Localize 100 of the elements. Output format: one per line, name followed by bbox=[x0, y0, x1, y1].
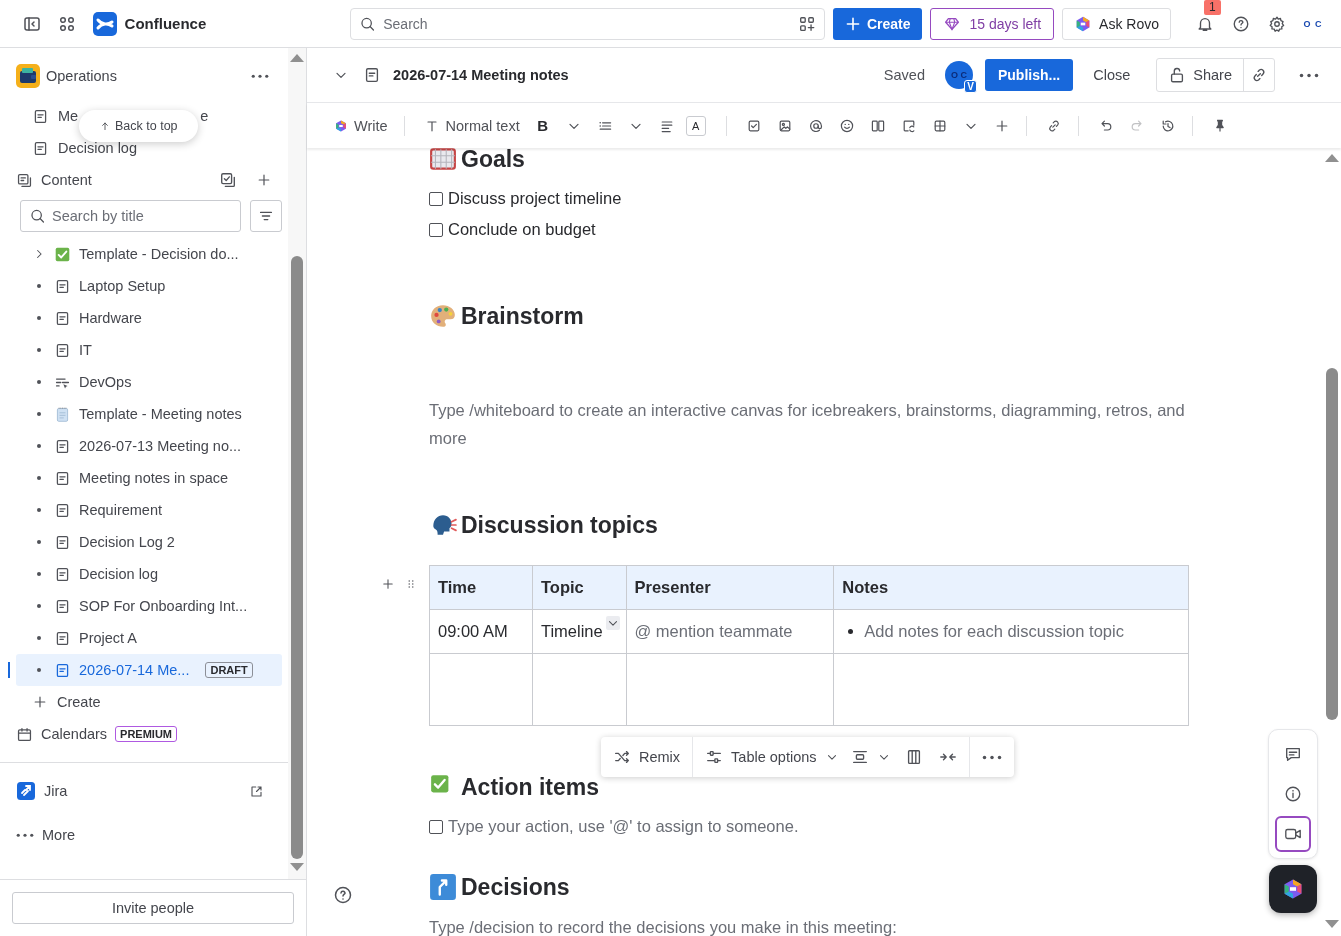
tree-item[interactable]: Requirement bbox=[16, 494, 282, 526]
create-label: Create bbox=[57, 694, 101, 710]
palette-emoji-icon bbox=[429, 302, 457, 330]
tree-item[interactable]: Project A bbox=[16, 622, 282, 654]
page-title: 2026-07-14 Meeting notes bbox=[393, 67, 569, 83]
page-icon bbox=[54, 309, 71, 327]
bullet-icon bbox=[37, 476, 41, 480]
app-item[interactable]: More bbox=[16, 819, 288, 851]
scroll-up-arrow[interactable] bbox=[1325, 154, 1339, 162]
emoji-icon bbox=[838, 117, 855, 134]
tree-item[interactable]: Decision log bbox=[16, 558, 282, 590]
more-icon bbox=[1299, 72, 1319, 78]
arrow-up-icon bbox=[99, 120, 111, 132]
info-icon bbox=[1284, 785, 1302, 803]
shortcut-label[interactable]: e bbox=[200, 108, 209, 124]
scroll-up-arrow[interactable] bbox=[290, 54, 304, 62]
tree-item[interactable]: Template - Meeting notes bbox=[16, 398, 282, 430]
page-title: Requirement bbox=[79, 502, 162, 518]
text-style-button[interactable]: Normal text bbox=[419, 111, 524, 140]
bullet-icon bbox=[37, 412, 41, 416]
ask-rovo-button[interactable]: Ask Rovo bbox=[1062, 7, 1171, 40]
app-label: Jira bbox=[44, 783, 69, 799]
bullet-icon bbox=[37, 316, 41, 320]
space-name[interactable]: Operations bbox=[46, 68, 240, 84]
page-title: 2026-07-13 Meeting no... bbox=[79, 438, 242, 454]
checkbox[interactable] bbox=[429, 819, 443, 834]
invite-people-button[interactable]: Invite people bbox=[12, 892, 294, 924]
search-icon bbox=[359, 15, 377, 32]
bullet-icon bbox=[37, 444, 41, 448]
tree-item[interactable]: SOP For Onboarding Int... bbox=[16, 590, 282, 622]
search-field[interactable]: Search bbox=[350, 7, 825, 40]
page-title: Laptop Setup bbox=[79, 278, 166, 294]
filter-button[interactable] bbox=[250, 200, 282, 232]
bold-button[interactable]: B bbox=[530, 111, 555, 140]
tree-item[interactable]: Template - Decision do... bbox=[16, 238, 282, 270]
table-options-button[interactable]: Table options bbox=[693, 737, 851, 777]
tree-item[interactable]: DevOps bbox=[16, 366, 282, 398]
task-text: Conclude on budget bbox=[448, 220, 596, 239]
calendars-item[interactable]: Calendars PREMIUM bbox=[16, 718, 288, 750]
write-button[interactable]: Write bbox=[330, 111, 392, 140]
scrollbar-thumb[interactable] bbox=[291, 256, 303, 859]
tree-item[interactable]: 2026-07-13 Meeting no... bbox=[16, 430, 282, 462]
bullet-icon bbox=[37, 668, 41, 672]
video-button[interactable] bbox=[1275, 816, 1311, 852]
search-icon bbox=[29, 207, 46, 225]
more-icon bbox=[16, 832, 34, 838]
table-cell: 09:00 AM bbox=[429, 609, 533, 654]
bullet-icon bbox=[37, 380, 41, 384]
page-icon bbox=[54, 469, 71, 487]
rovo-button[interactable] bbox=[1269, 865, 1317, 913]
wallet-icon bbox=[16, 64, 40, 88]
tree-item[interactable]: Decision Log 2 bbox=[16, 526, 282, 558]
checkbox[interactable] bbox=[429, 222, 443, 237]
tree-item[interactable]: Laptop Setup bbox=[16, 270, 282, 302]
page-title: Meeting notes in space bbox=[79, 470, 229, 486]
shortcut-label: Decision log bbox=[58, 140, 137, 156]
align-center-icon bbox=[850, 748, 869, 766]
page-icon bbox=[54, 501, 71, 519]
scroll-down-arrow[interactable] bbox=[1325, 920, 1339, 928]
page-title: IT bbox=[79, 342, 92, 358]
settings-icon bbox=[1268, 14, 1286, 33]
section-heading: Decisions bbox=[461, 873, 570, 901]
bullet-icon bbox=[37, 572, 41, 576]
remix-button[interactable]: Remix bbox=[601, 737, 693, 777]
page-icon bbox=[32, 107, 49, 125]
title-search-field[interactable]: Search by title bbox=[20, 200, 241, 232]
arrow-emoji-icon bbox=[429, 873, 457, 901]
close-button[interactable]: Close bbox=[1081, 59, 1143, 91]
tree-item[interactable]: Meeting notes in space bbox=[16, 462, 282, 494]
confluence-logo-icon bbox=[92, 11, 117, 36]
app-item[interactable]: Jira bbox=[16, 775, 288, 807]
external-link-icon bbox=[249, 783, 264, 799]
shortcut-label[interactable]: Me bbox=[58, 108, 79, 124]
task-text: Discuss project timeline bbox=[448, 189, 622, 208]
column-header: Presenter bbox=[626, 565, 834, 610]
scrollbar-thumb[interactable] bbox=[1326, 368, 1338, 720]
decision-hint: Type /decision to record the decisions you make in this meeting: bbox=[429, 917, 898, 936]
create-button[interactable]: Create bbox=[832, 7, 923, 40]
page-icon bbox=[54, 597, 71, 615]
tree-item[interactable]: IT bbox=[16, 334, 282, 366]
back-to-top-label: Back to top bbox=[115, 119, 178, 133]
publish-button[interactable]: Publish... bbox=[985, 59, 1074, 91]
page-title: Template - Meeting notes bbox=[79, 406, 242, 422]
notification-badge: 1 bbox=[1204, 0, 1221, 15]
table-cell: Add notes for each discussion topic bbox=[842, 622, 1180, 641]
back-to-top-toast[interactable]: Back to top bbox=[79, 110, 198, 142]
apps-add-icon bbox=[797, 14, 816, 33]
page-title: Hardware bbox=[79, 310, 142, 326]
section-heading: Discussion topics bbox=[461, 511, 658, 539]
action-item-field[interactable]: Type your action, use '@' to assign to someone. bbox=[448, 817, 799, 836]
create-item[interactable]: Create bbox=[16, 686, 288, 718]
page-title: Decision Log 2 bbox=[79, 534, 175, 550]
checkbox[interactable] bbox=[429, 191, 443, 206]
text-color-button[interactable]: A bbox=[685, 115, 706, 136]
bullet-icon bbox=[37, 348, 41, 352]
chevron-down-icon bbox=[605, 616, 620, 630]
scroll-down-arrow[interactable] bbox=[290, 863, 304, 871]
trial-button[interactable]: 15 days left bbox=[930, 7, 1055, 40]
page-icon bbox=[32, 139, 49, 157]
tree-item[interactable]: Hardware bbox=[16, 302, 282, 334]
